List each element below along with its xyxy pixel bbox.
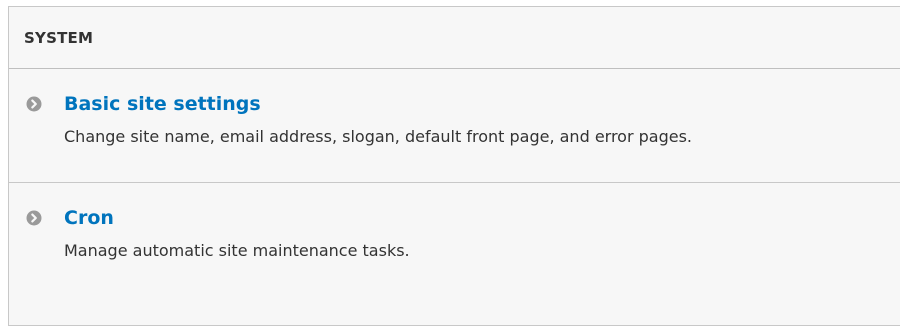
cron-description: Manage automatic site maintenance tasks. [64, 241, 410, 260]
system-panel: SYSTEM Basic site settings Change site n… [8, 6, 900, 326]
list-item-cron: Cron Manage automatic site maintenance t… [9, 183, 900, 262]
panel-header: SYSTEM [9, 7, 900, 69]
chevron-right-circle-icon [26, 96, 42, 112]
chevron-right-circle-icon [26, 210, 42, 226]
list-item-basic-site-settings: Basic site settings Change site name, em… [9, 69, 900, 183]
panel-title: SYSTEM [24, 29, 94, 47]
basic-site-settings-link[interactable]: Basic site settings [64, 91, 261, 117]
cron-link[interactable]: Cron [64, 205, 114, 231]
basic-site-settings-description: Change site name, email address, slogan,… [64, 127, 693, 146]
